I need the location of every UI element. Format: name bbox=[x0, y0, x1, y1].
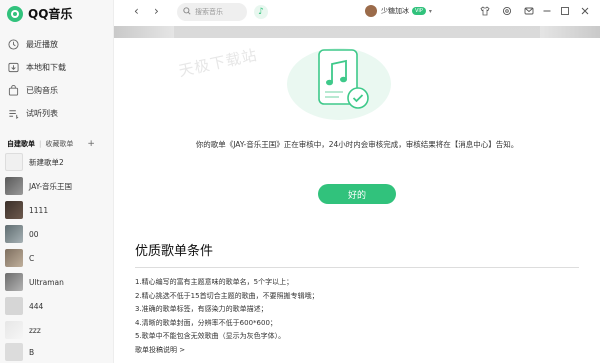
playlist-name: C bbox=[29, 253, 35, 263]
list-icon bbox=[7, 107, 19, 119]
condition-item: 1.精心编写的富有主题意味的歌单名，5个字以上； bbox=[135, 278, 294, 286]
playlist-cover bbox=[5, 273, 23, 291]
playlist-item[interactable]: B bbox=[5, 343, 34, 361]
sidebar-item-local-download[interactable]: 本地和下载 bbox=[7, 59, 66, 75]
username: 少糖加冰 bbox=[381, 7, 409, 15]
playlist-name: 00 bbox=[29, 229, 39, 239]
playlist-cover bbox=[5, 225, 23, 243]
app-name: QQ音乐 bbox=[28, 7, 73, 21]
playlist-cover bbox=[5, 321, 23, 339]
minimize-icon[interactable] bbox=[542, 6, 552, 19]
chevron-down-icon: ▾ bbox=[428, 7, 432, 15]
playlist-item[interactable]: zzz bbox=[5, 321, 41, 339]
tab-separator: | bbox=[39, 140, 42, 148]
playlist-name: zzz bbox=[29, 325, 41, 335]
forward-button[interactable]: › bbox=[154, 4, 159, 18]
playlist-item[interactable]: 00 bbox=[5, 225, 39, 243]
condition-item: 4.清晰的歌单封面，分辨率不低于600*600； bbox=[135, 318, 277, 327]
playlist-tabs: 自建歌单 | 收藏歌单 + bbox=[7, 139, 95, 149]
download-icon bbox=[7, 61, 19, 73]
playlist-name: 新建歌单2 bbox=[29, 157, 64, 167]
playlist-cover bbox=[5, 249, 23, 267]
search-input[interactable]: 搜索音乐 bbox=[177, 3, 247, 21]
close-icon[interactable] bbox=[580, 6, 590, 19]
playlist-item[interactable]: Ultraman bbox=[5, 273, 64, 291]
sidebar-item-label: 已购音乐 bbox=[26, 85, 58, 95]
sidebar-item-trial-list[interactable]: 试听列表 bbox=[7, 105, 58, 121]
bag-icon bbox=[7, 84, 19, 96]
sidebar-item-purchased[interactable]: 已购音乐 bbox=[7, 82, 58, 98]
sidebar-item-label: 试听列表 bbox=[26, 108, 58, 118]
search-placeholder: 搜索音乐 bbox=[195, 8, 223, 16]
conditions-title: 优质歌单条件 bbox=[135, 240, 579, 268]
condition-item: 5.歌单中不能包含无效歌曲（显示为灰色字体）。 bbox=[135, 332, 286, 340]
sidebar-item-label: 最近播放 bbox=[26, 39, 58, 49]
vip-badge: VIP bbox=[412, 7, 426, 15]
playlist-name: JAY-音乐王国 bbox=[29, 181, 73, 191]
avatar bbox=[365, 5, 377, 17]
playlist-review-icon bbox=[287, 48, 391, 120]
top-bar: ‹ › 搜索音乐 ♪ 少糖加冰 VIP ▾ bbox=[114, 0, 600, 26]
tab-created-playlists[interactable]: 自建歌单 bbox=[7, 139, 35, 149]
music-recognition-icon[interactable]: ♪ bbox=[254, 5, 268, 19]
playlist-name: B bbox=[29, 347, 35, 357]
playlist-cover bbox=[5, 343, 23, 361]
condition-item: 3.准确的歌单标签，有感染力的歌单描述； bbox=[135, 305, 268, 313]
playlist-item[interactable]: 444 bbox=[5, 297, 43, 315]
mail-icon[interactable] bbox=[524, 6, 534, 19]
review-message: 你的歌单《JAY-音乐王国》正在审核中，24小时内会审核完成，审核结果将在【消息… bbox=[195, 140, 519, 149]
playlist-cover bbox=[5, 153, 23, 171]
add-playlist-button[interactable]: + bbox=[87, 139, 95, 149]
playlist-cover bbox=[5, 177, 23, 195]
submission-guide-link[interactable]: 歌单投稿说明 > bbox=[135, 344, 579, 358]
ok-button[interactable]: 好的 bbox=[318, 184, 396, 204]
playlist-cover bbox=[5, 297, 23, 315]
sidebar-item-recent[interactable]: 最近播放 bbox=[7, 36, 58, 52]
playlist-name: 1111 bbox=[29, 205, 49, 215]
playlist-name: Ultraman bbox=[29, 277, 64, 287]
sidebar: QQ音乐 最近播放 本地和下载 已购音乐 试听列表 自建歌单 | 收藏歌单 + … bbox=[0, 0, 114, 363]
conditions-section: 优质歌单条件 1.精心编写的富有主题意味的歌单名，5个字以上； 2.精心挑选不低… bbox=[135, 240, 579, 357]
search-icon bbox=[183, 7, 191, 17]
app-logo[interactable]: QQ音乐 bbox=[7, 5, 72, 22]
review-dialog: 天极下载站 你的歌单《JAY-音乐王国》正在审核中，24小时内会审核完成，审核结… bbox=[114, 38, 600, 220]
watermark-text: 天极下载站 bbox=[177, 45, 260, 81]
playlist-cover bbox=[5, 201, 23, 219]
sidebar-item-label: 本地和下载 bbox=[26, 62, 66, 72]
shirt-icon[interactable] bbox=[480, 6, 490, 19]
playlist-item[interactable]: JAY-音乐王国 bbox=[5, 177, 72, 195]
conditions-list: 1.精心编写的富有主题意味的歌单名，5个字以上； 2.精心挑选不低于15首切合主… bbox=[135, 276, 579, 357]
back-button[interactable]: ‹ bbox=[134, 4, 139, 18]
user-profile[interactable]: 少糖加冰 VIP ▾ bbox=[365, 5, 432, 17]
playlist-item[interactable]: 1111 bbox=[5, 201, 48, 219]
settings-icon[interactable] bbox=[502, 6, 512, 19]
qq-music-logo-icon bbox=[7, 5, 23, 22]
playlist-name: 444 bbox=[29, 301, 44, 311]
tab-collected-playlists[interactable]: 收藏歌单 bbox=[45, 139, 73, 149]
fullscreen-icon[interactable] bbox=[560, 6, 570, 19]
clock-icon bbox=[7, 38, 19, 50]
condition-item: 2.精心挑选不低于15首切合主题的歌曲，不要照搬专辑哦； bbox=[135, 291, 319, 300]
playlist-item[interactable]: 新建歌单2 bbox=[5, 153, 64, 171]
playlist-item[interactable]: C bbox=[5, 249, 34, 267]
main-content: 天极下载站 你的歌单《JAY-音乐王国》正在审核中，24小时内会审核完成，审核结… bbox=[114, 26, 600, 363]
